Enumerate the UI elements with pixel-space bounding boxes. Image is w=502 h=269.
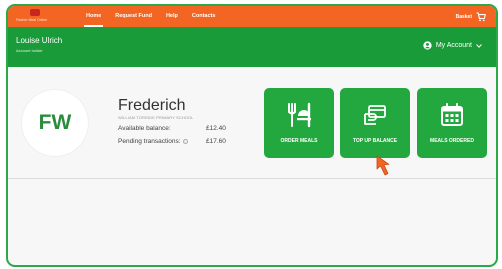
- school-name: WILLIAM TORRIDE PRIMARY SCHOOL: [118, 115, 194, 120]
- chevron-down-icon: [476, 43, 482, 48]
- info-icon[interactable]: i: [182, 138, 188, 144]
- child-name: Frederich: [118, 97, 186, 114]
- pending-transactions-value: £17.60: [206, 138, 226, 145]
- site-logo[interactable]: Fischer Meal Online: [16, 9, 70, 24]
- available-balance-row: Available balance: £12.40: [118, 125, 228, 132]
- order-meals-label: ORDER MEALS: [280, 138, 318, 144]
- nav-home[interactable]: Home: [83, 6, 104, 27]
- top-up-balance-label: TOP UP BALANCE: [352, 138, 398, 144]
- order-meals-tile[interactable]: ORDER MEALS: [264, 88, 334, 158]
- browser-frame: Fischer Meal Online Home Request Fund He…: [6, 4, 498, 267]
- meals-ordered-tile[interactable]: MEALS ORDERED: [417, 88, 487, 158]
- nav-contacts[interactable]: Contacts: [192, 6, 216, 27]
- cart-icon: [476, 11, 486, 21]
- pointer-arrow-icon: [376, 155, 390, 176]
- logo-text: Fischer Meal Online: [16, 18, 48, 22]
- basket-label: Basket: [455, 13, 472, 20]
- child-profile-panel: FW Frederich WILLIAM TORRIDE PRIMARY SCH…: [8, 67, 496, 179]
- calendar-icon: [441, 103, 463, 126]
- logo-mark: [30, 9, 40, 16]
- pending-transactions-row: Pending transactions: i £17.60: [118, 138, 228, 145]
- pending-transactions-label: Pending transactions:: [118, 138, 181, 145]
- nav-request-fund[interactable]: Request Fund: [115, 6, 152, 27]
- account-holder-role: Account holder: [16, 48, 43, 53]
- payment-card-icon: [364, 105, 386, 125]
- available-balance-value: £12.40: [206, 125, 226, 132]
- nav-help[interactable]: Help: [166, 6, 178, 27]
- user-icon: [423, 41, 432, 50]
- my-account-dropdown[interactable]: My Account: [423, 41, 482, 50]
- my-account-label: My Account: [435, 42, 472, 49]
- top-navigation-bar: Fischer Meal Online Home Request Fund He…: [8, 6, 496, 27]
- available-balance-label: Available balance:: [118, 125, 171, 132]
- child-avatar: FW: [22, 90, 88, 156]
- top-up-balance-tile[interactable]: TOP UP BALANCE: [340, 88, 410, 158]
- basket-button[interactable]: Basket: [456, 6, 486, 27]
- main-nav: Home Request Fund Help Contacts: [83, 6, 216, 27]
- cutlery-plate-icon: [288, 102, 311, 128]
- account-holder-name: Louise Ulrich: [16, 36, 63, 45]
- account-header: Louise Ulrich Account holder My Account: [8, 27, 496, 67]
- meals-ordered-label: MEALS ORDERED: [430, 138, 474, 144]
